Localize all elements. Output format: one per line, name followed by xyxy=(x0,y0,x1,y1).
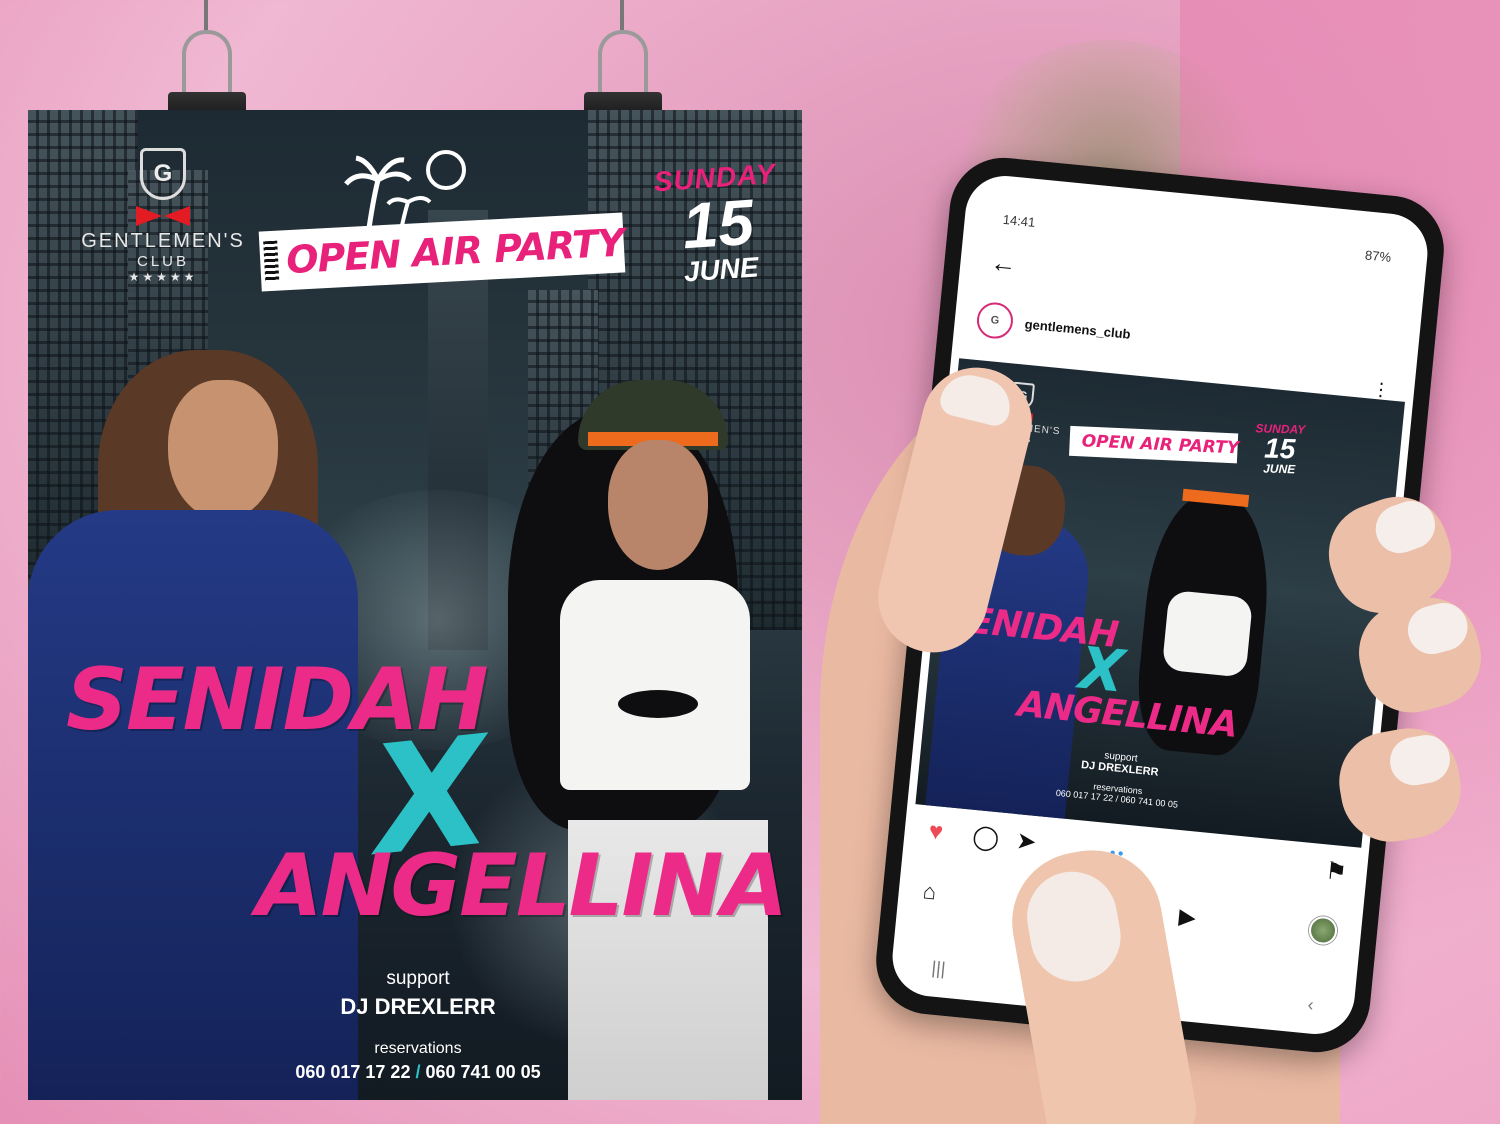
reservations-label: reservations xyxy=(374,1040,462,1057)
artist-2-name: ANGELLINA xyxy=(256,836,788,936)
reservations-section: reservations 060 017 17 22 / 060 741 00 … xyxy=(228,1040,608,1083)
support-section: support DJ DREXLERR xyxy=(248,968,588,1020)
bow-tie-icon xyxy=(136,206,190,226)
post-white-top xyxy=(1161,589,1254,678)
open-air-party-banner: OPEN AIR PARTY xyxy=(258,212,626,292)
arrow-left-icon[interactable]: ← xyxy=(989,247,1018,280)
phone-number-2: 060 741 00 05 xyxy=(425,1062,541,1082)
logo-stars: ★★★★★ xyxy=(128,270,198,284)
heart-icon[interactable]: ♥ xyxy=(927,818,945,847)
status-time: 14:41 xyxy=(1002,211,1037,230)
reels-icon[interactable]: ▶ xyxy=(1178,903,1197,931)
account-avatar[interactable]: G xyxy=(975,300,1015,341)
account-username[interactable]: gentlemens_club xyxy=(1024,316,1131,341)
logo-subtitle: CLUB xyxy=(136,253,189,270)
post-month: JUNE xyxy=(1263,461,1296,477)
gentlemens-club-logo: G GENTLEMEN'S CLUB ★★★★★ xyxy=(58,148,268,284)
party-title: OPEN AIR PARTY xyxy=(285,220,625,283)
event-day-number: 15 xyxy=(679,185,757,263)
event-date: SUNDAY 15 JUNE xyxy=(644,157,792,290)
bookmark-icon[interactable]: ⚑ xyxy=(1324,856,1348,887)
status-battery: 87% xyxy=(1364,247,1392,265)
reservation-phones: 060 017 17 22 / 060 741 00 05 xyxy=(228,1062,608,1083)
home-icon[interactable]: ⌂ xyxy=(922,878,938,905)
post-day-number: 15 xyxy=(1263,432,1296,465)
recents-icon[interactable]: ||| xyxy=(930,957,947,979)
phone-number-1: 060 017 17 22 xyxy=(295,1062,411,1082)
stripes-icon xyxy=(263,240,280,282)
support-dj: DJ DREXLERR xyxy=(340,994,496,1019)
logo-name: GENTLEMEN'S xyxy=(81,230,245,252)
profile-avatar[interactable] xyxy=(1307,915,1339,946)
share-icon[interactable]: ➤ xyxy=(1015,826,1038,857)
back-button-icon[interactable]: ‹ xyxy=(1307,994,1315,1015)
post-date: SUNDAY 15 JUNE xyxy=(1249,421,1310,477)
event-poster: G GENTLEMEN'S CLUB ★★★★★ OPEN AIR PARTY … xyxy=(28,110,802,1100)
comment-icon[interactable]: ◯ xyxy=(971,822,1001,853)
post-banner: OPEN AIR PARTY xyxy=(1069,425,1239,464)
phone-separator: / xyxy=(415,1062,421,1082)
shield-icon: G xyxy=(140,148,186,200)
status-bar: 14:41 87% xyxy=(1001,211,1392,272)
support-label: support xyxy=(386,968,450,989)
